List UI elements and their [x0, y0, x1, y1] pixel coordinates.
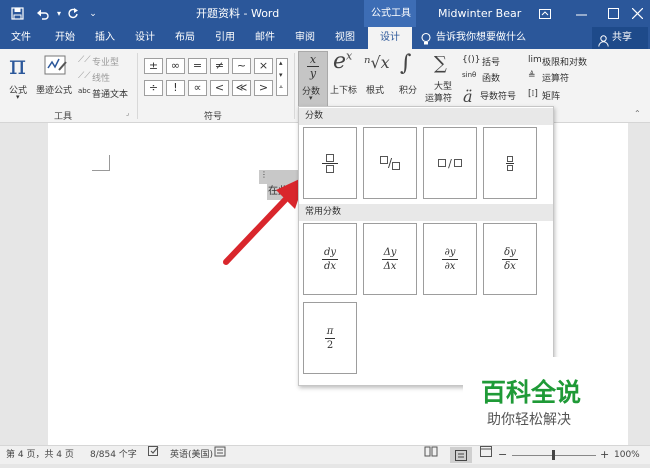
zoom-out-icon[interactable]: − [498, 446, 507, 464]
fraction-numerator: Δy [383, 246, 397, 258]
fraction-gallery: 分数 / / 常用分数 dy dx Δy Δx ∂y ∂x δy δx π2 [298, 106, 554, 386]
zoom-level[interactable]: 100% [614, 446, 640, 464]
zoom-in-icon[interactable]: + [600, 446, 609, 464]
arrow-shaft [223, 197, 288, 265]
fraction-numerator: π [326, 325, 334, 337]
fraction-denominator: dx [323, 260, 337, 272]
stacked-fraction-tile[interactable] [303, 127, 357, 199]
status-bar: 第 4 页，共 4 页 8/854 个字 英语(美国) − + 100% [0, 445, 650, 464]
read-mode-icon[interactable] [424, 446, 438, 464]
watermark: 百科全说 助你轻松解决 [463, 357, 628, 443]
common-fraction-dy-dx[interactable]: dy dx [303, 223, 357, 295]
track-changes-icon[interactable] [214, 446, 226, 464]
print-layout-icon[interactable] [450, 447, 472, 463]
common-fraction-small-delta[interactable]: δy δx [483, 223, 537, 295]
common-fraction-partial[interactable]: ∂y ∂x [423, 223, 477, 295]
fraction-denominator: 2 [326, 339, 334, 351]
zoom-slider-thumb[interactable] [552, 450, 555, 460]
fraction-denominator: δx [504, 260, 516, 272]
section-header-common-fraction: 常用分数 [299, 204, 553, 221]
fraction-numerator: dy [323, 246, 337, 258]
word-count[interactable]: 8/854 个字 [90, 446, 137, 464]
language[interactable]: 英语(美国) [170, 446, 213, 464]
fraction-denominator: Δx [383, 260, 397, 272]
stacked-fraction-icon [304, 128, 356, 198]
proofing-icon[interactable] [148, 446, 160, 464]
fraction-denominator: ∂x [444, 260, 456, 272]
skewed-fraction-tile[interactable]: / [363, 127, 417, 199]
small-fraction-tile[interactable] [483, 127, 537, 199]
common-fraction-pi-over-2[interactable]: π2 [303, 302, 357, 374]
watermark-title: 百科全说 [481, 378, 582, 407]
skewed-fraction-icon: / [364, 128, 416, 198]
section-header-fraction: 分数 [299, 108, 553, 125]
linear-fraction-tile[interactable]: / [423, 127, 477, 199]
common-fraction-delta[interactable]: Δy Δx [363, 223, 417, 295]
small-fraction-icon [484, 128, 536, 198]
watermark-subtitle: 助你轻松解决 [487, 412, 571, 428]
fraction-numerator: δy [504, 246, 516, 258]
fraction-numerator: ∂y [444, 246, 456, 258]
page-count[interactable]: 第 4 页，共 4 页 [6, 446, 74, 464]
linear-fraction-icon: / [424, 128, 476, 198]
web-layout-icon[interactable] [480, 446, 492, 464]
zoom-slider[interactable] [512, 450, 596, 460]
